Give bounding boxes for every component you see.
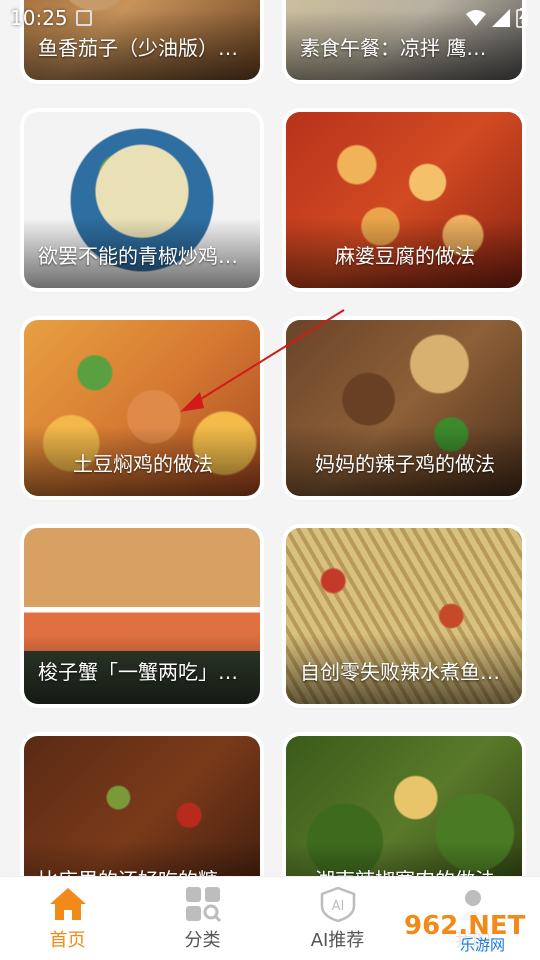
recipe-card[interactable]: 比店里的还好吃的糖… <box>24 736 260 880</box>
recipe-title: 梭子蟹「一蟹两吃」… <box>38 660 238 684</box>
nav-ai[interactable]: AI AI推荐 <box>270 877 405 960</box>
recipe-card[interactable]: 麻婆豆腐的做法 <box>286 112 522 288</box>
nav-home[interactable]: 首页 <box>0 877 135 960</box>
category-grid-icon <box>185 886 221 922</box>
recipe-title: 欲罢不能的青椒炒鸡… <box>38 244 238 268</box>
nav-category[interactable]: 分类 <box>135 877 270 960</box>
battery-icon <box>516 8 528 28</box>
recipe-card[interactable]: 梭子蟹「一蟹两吃」… <box>24 528 260 704</box>
recipe-title: 麻婆豆腐的做法 <box>335 244 475 268</box>
nav-home-label: 首页 <box>49 929 86 951</box>
watermark-sub: 乐游网 <box>460 936 505 954</box>
recipe-title: 自创零失败辣水煮鱼… <box>300 660 500 684</box>
recipe-title: 土豆焖鸡的做法 <box>73 452 213 476</box>
recipe-card[interactable]: 欲罢不能的青椒炒鸡… <box>24 112 260 288</box>
recipe-feed[interactable]: 鱼香茄子（少油版）… 素食午餐：凉拌 鹰… 欲罢不能的青椒炒鸡… 麻婆豆腐的做法… <box>0 0 540 880</box>
cellular-icon <box>492 9 510 27</box>
recipe-title: 素食午餐：凉拌 鹰… <box>300 36 487 60</box>
wifi-icon <box>466 10 486 26</box>
recipe-card[interactable]: 自创零失败辣水煮鱼… <box>286 528 522 704</box>
recipe-title: 鱼香茄子（少油版）… <box>38 36 238 60</box>
svg-text:AI: AI <box>331 899 344 914</box>
home-icon <box>48 886 88 922</box>
nav-ai-label: AI推荐 <box>310 929 365 951</box>
app-screen: 10:25 鱼香茄子（少油版）… 素食午餐：凉拌 鹰… 欲罢不能的青椒炒鸡… 麻… <box>0 0 540 960</box>
nav-category-label: 分类 <box>184 929 221 951</box>
recipe-card[interactable]: 湖南辣椒塞肉的做法 <box>286 736 522 880</box>
status-bar: 10:25 <box>0 0 540 36</box>
recipe-card[interactable]: 妈妈的辣子鸡的做法 <box>286 320 522 496</box>
site-watermark: 962.NET 乐游网 <box>398 904 536 956</box>
recipe-title: 妈妈的辣子鸡的做法 <box>315 452 495 476</box>
ai-shield-icon: AI <box>319 886 357 922</box>
notification-icon <box>75 10 92 26</box>
status-time: 10:25 <box>10 6 68 30</box>
recipe-card[interactable]: 土豆焖鸡的做法 <box>24 320 260 496</box>
